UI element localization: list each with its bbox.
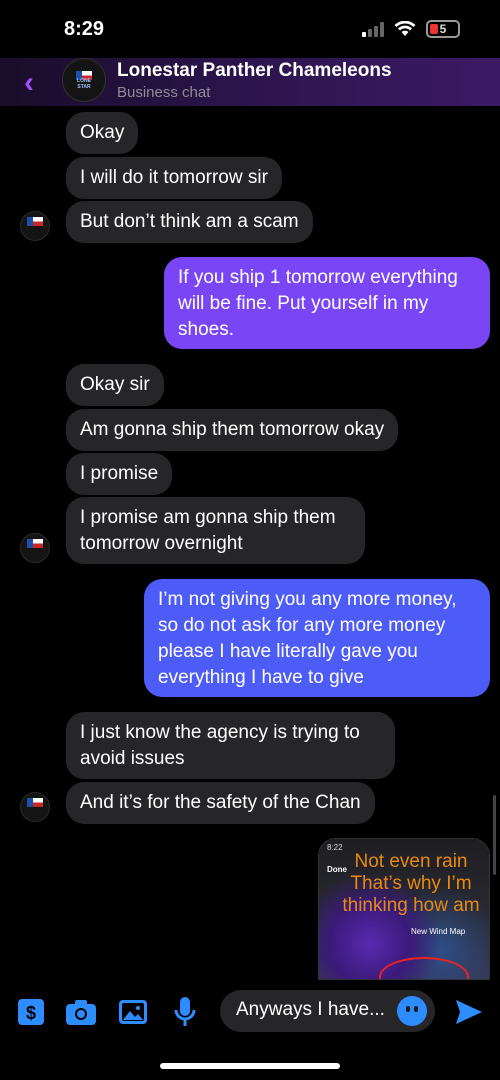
gallery-icon[interactable] [116,995,150,1029]
battery-icon: 5 [426,20,460,38]
message-outgoing[interactable]: If you ship 1 tomorrow everything will b… [164,257,490,349]
message-incoming[interactable]: Am gonna ship them tomorrow okay [66,409,399,451]
image-message[interactable]: 8:22 Done New Wind Map Not even rain Tha… [318,838,490,980]
business-avatar[interactable]: LONE STAR [62,58,106,102]
camera-icon[interactable] [64,995,98,1029]
home-indicator[interactable] [160,1063,340,1069]
emoji-icon[interactable] [397,996,427,1026]
message-incoming[interactable]: I promise [66,453,173,495]
message-incoming[interactable]: Okay sir [66,364,164,406]
sender-avatar[interactable] [20,533,50,563]
scrollbar[interactable] [493,795,496,875]
lone-star-logo-icon [24,539,46,557]
microphone-icon[interactable] [168,995,202,1029]
chat-subtitle: Business chat [117,84,211,101]
lone-star-logo-icon: LONE STAR [73,71,95,90]
chat-header: ‹ LONE STAR Lonestar Panther Chameleons … [0,58,500,106]
status-time: 8:29 [64,18,105,40]
sender-avatar[interactable] [20,211,50,241]
lone-star-logo-icon [24,798,46,816]
message-incoming[interactable]: And it’s for the safety of the Chan [66,782,375,824]
message-incoming[interactable]: Okay [66,112,139,154]
lone-star-logo-icon [24,217,46,235]
message-incoming[interactable]: But don’t think am a scam [66,201,313,243]
status-bar: 8:29 5 [0,0,500,58]
sender-avatar[interactable] [20,792,50,822]
back-chevron-icon[interactable]: ‹ [24,66,34,100]
status-icons: 5 [362,20,460,38]
message-incoming[interactable]: I will do it tomorrow sir [66,157,282,199]
message-input[interactable]: Anyways I have... [220,990,435,1032]
cellular-signal-icon [362,21,384,37]
composer-bar: $ Anyways I have... [0,985,500,1040]
svg-text:$: $ [26,1003,36,1023]
chat-title[interactable]: Lonestar Panther Chameleons [117,60,392,82]
message-incoming[interactable]: I promise am gonna ship them tomorrow ov… [66,497,365,564]
image-overlay-text: Not even rain That’s why I’m thinking ho… [342,851,480,916]
message-incoming[interactable]: I just know the agency is trying to avoi… [66,712,395,779]
battery-level: 5 [439,22,447,36]
message-outgoing[interactable]: I’m not giving you any more money, so do… [144,579,490,697]
send-icon[interactable] [452,995,486,1029]
wifi-icon [394,21,416,36]
payment-icon[interactable]: $ [14,995,48,1029]
